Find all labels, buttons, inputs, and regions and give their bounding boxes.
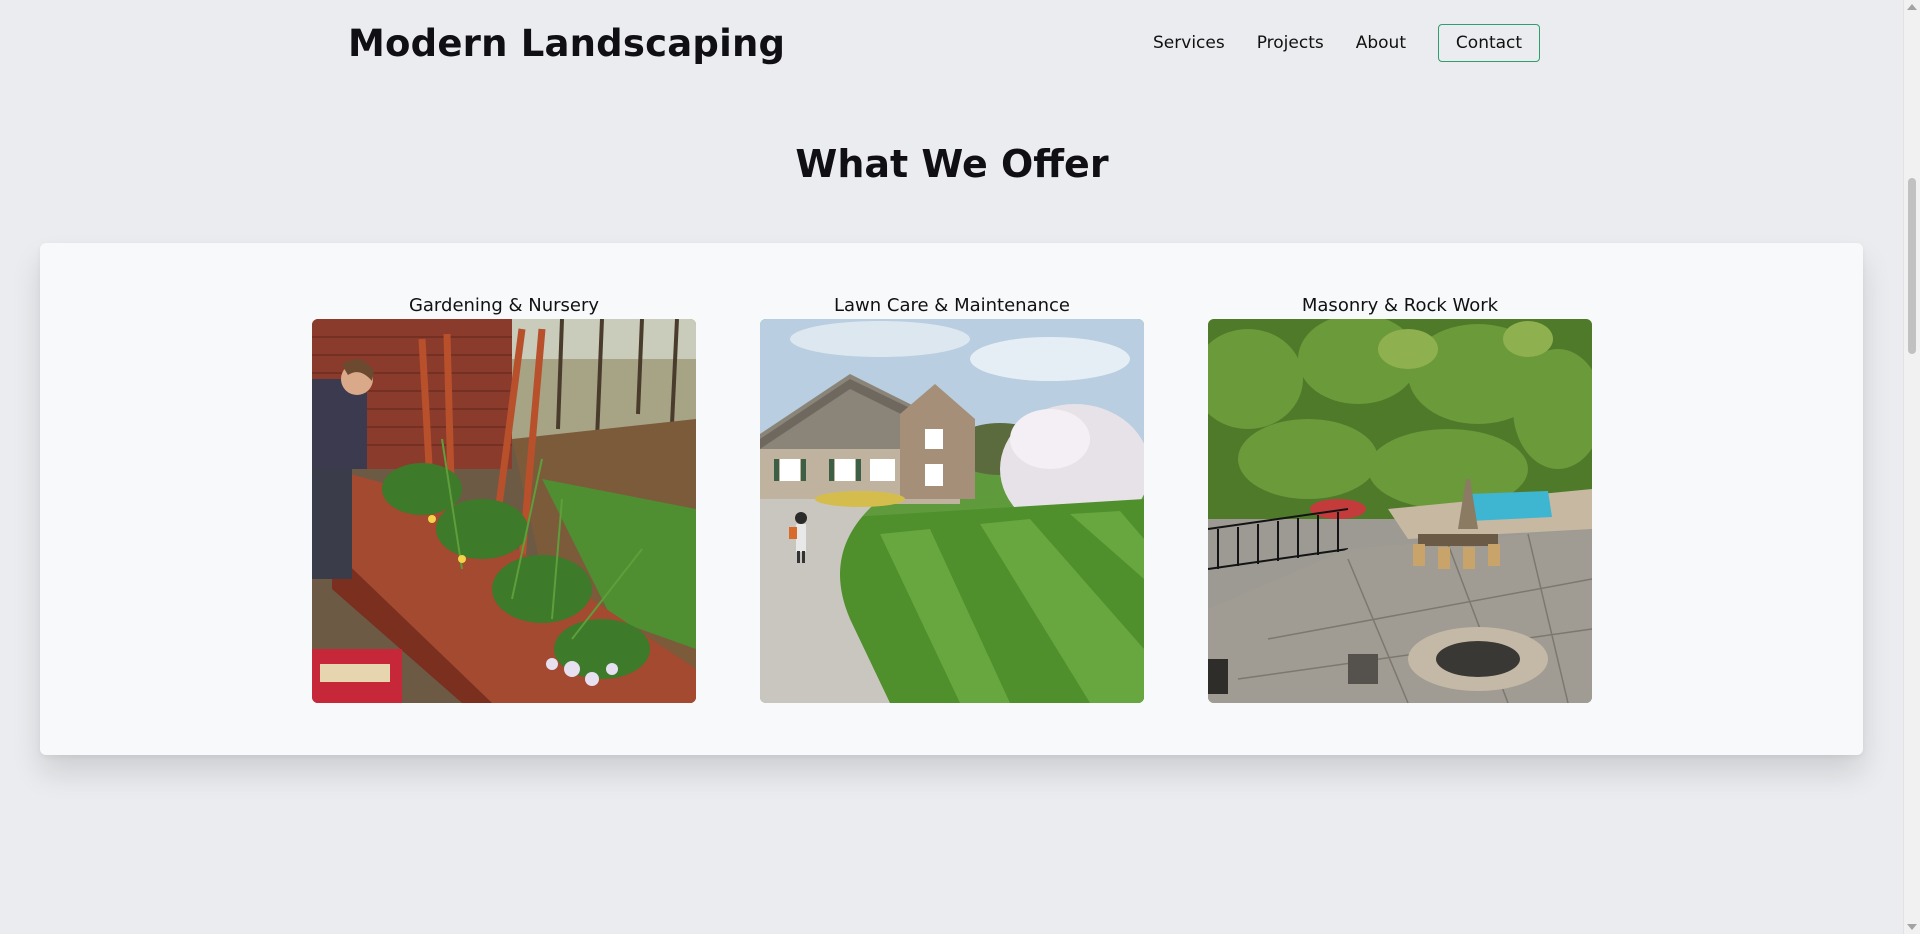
service-card-title: Masonry & Rock Work — [1301, 295, 1499, 316]
gardener-planter-photo — [312, 319, 696, 703]
main-nav: Services Projects About Contact — [1153, 24, 1540, 62]
stone-patio-pool-photo — [1208, 319, 1592, 703]
vertical-scrollbar[interactable] — [1903, 0, 1920, 934]
striped-lawn-house-photo — [760, 319, 1144, 703]
brand-logo-text[interactable]: Modern Landscaping — [348, 22, 785, 65]
site-header: Modern Landscaping Services Projects Abo… — [348, 18, 1540, 68]
service-card-title: Gardening & Nursery — [408, 295, 600, 316]
services-panel: Gardening & Nursery Lawn Care & Maintena… — [40, 243, 1863, 755]
service-card-masonry[interactable]: Masonry & Rock Work — [1208, 293, 1592, 703]
contact-button[interactable]: Contact — [1438, 24, 1540, 62]
service-card-title: Lawn Care & Maintenance — [834, 295, 1070, 316]
nav-link-about[interactable]: About — [1356, 33, 1406, 53]
scroll-up-arrow-icon[interactable] — [1907, 4, 1917, 10]
section-title: What We Offer — [795, 142, 1109, 186]
page: Modern Landscaping Services Projects Abo… — [0, 0, 1920, 934]
nav-link-projects[interactable]: Projects — [1257, 33, 1324, 53]
service-card-lawn-care[interactable]: Lawn Care & Maintenance — [760, 293, 1144, 703]
scroll-thumb[interactable] — [1908, 178, 1916, 354]
scroll-down-arrow-icon[interactable] — [1907, 924, 1917, 930]
service-card-gardening[interactable]: Gardening & Nursery — [312, 293, 696, 703]
nav-link-services[interactable]: Services — [1153, 33, 1225, 53]
